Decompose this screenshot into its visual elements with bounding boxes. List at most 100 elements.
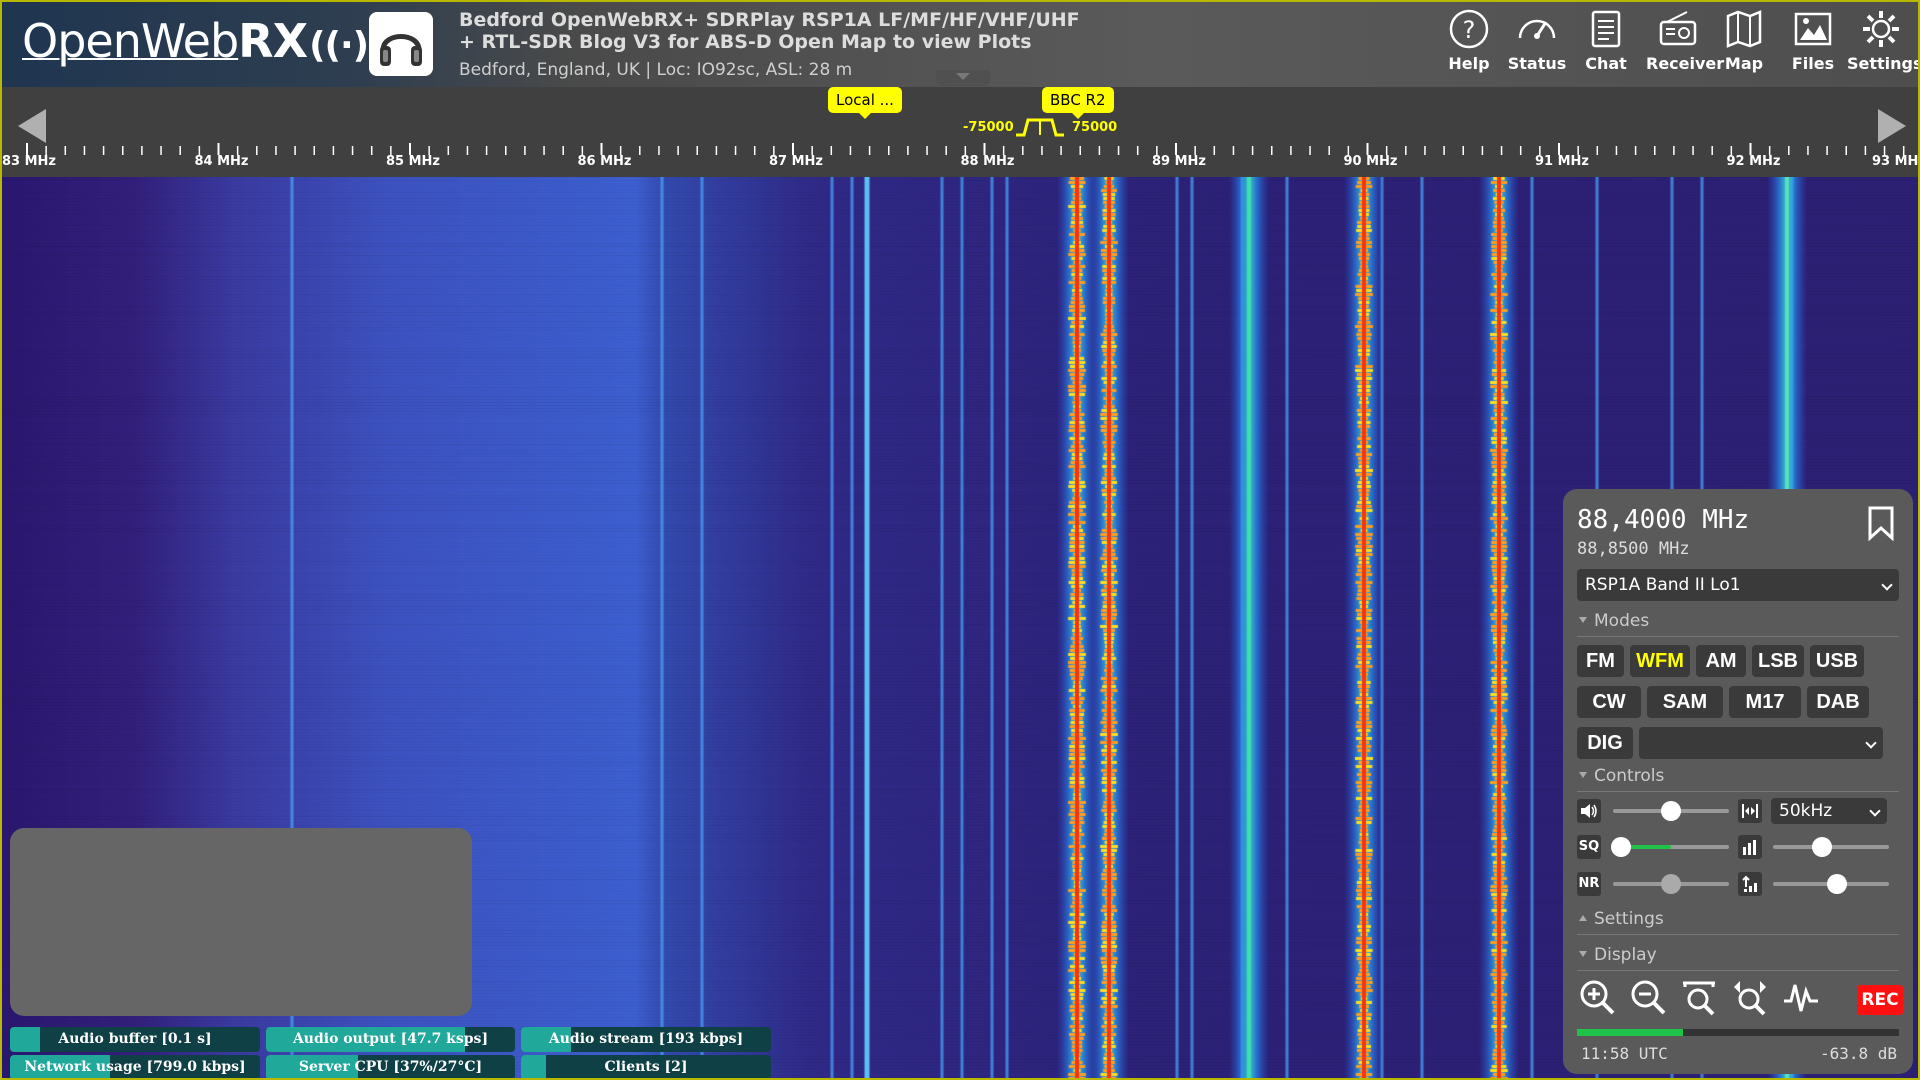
receiver-title: Bedford OpenWebRX+ SDRPlay RSP1A LF/MF/H… <box>459 9 1080 31</box>
frequency-scale[interactable]: Local ... BBC R2 -75000 75000 83 MHz 84 M… <box>2 87 1919 177</box>
zoom-reset-button[interactable] <box>1679 977 1723 1021</box>
agc-slider[interactable] <box>1773 837 1889 857</box>
gain-slider[interactable] <box>1773 874 1889 894</box>
nav-help-button[interactable]: ? Help <box>1439 8 1499 80</box>
logo-rx: RX <box>238 14 308 68</box>
add-bookmark-button[interactable] <box>1865 505 1897 545</box>
chevron-down-icon <box>956 73 970 80</box>
tuning-step-value: 50kHz <box>1779 801 1833 821</box>
mode-usb-button[interactable]: USB <box>1810 645 1864 677</box>
agc-icon <box>1743 840 1756 855</box>
status-server-cpu: Server CPU [37%/27°C] <box>266 1055 515 1078</box>
noise-reduction-slider-knob[interactable] <box>1661 874 1681 894</box>
agc-slider-knob[interactable] <box>1811 837 1832 857</box>
gain-slider-knob[interactable] <box>1826 874 1847 894</box>
nav-files-label: Files <box>1791 54 1835 73</box>
bandwidth-low-label: -75000 <box>963 120 1014 135</box>
triangle-down-icon <box>1579 772 1587 778</box>
nav-status-label: Status <box>1507 54 1567 73</box>
openwebrx-logo[interactable]: OpenWebRX((·)) <box>22 14 385 68</box>
scroll-right-arrow-icon[interactable] <box>1878 109 1906 143</box>
status-audio-buffer: Audio buffer [0.1 s] <box>10 1027 260 1052</box>
zoom-to-band-button[interactable] <box>1730 977 1774 1021</box>
receiver-avatar[interactable] <box>369 12 433 76</box>
nav-map-label: Map <box>1724 54 1764 73</box>
header-collapse-toggle[interactable] <box>936 70 990 86</box>
gear-icon <box>1863 11 1899 47</box>
status-clients: Clients [2] <box>521 1055 771 1078</box>
mode-m17-button[interactable]: M17 <box>1729 686 1801 718</box>
passband-icon[interactable] <box>1014 117 1066 137</box>
mhz-label: 93 MHz <box>1872 154 1919 169</box>
mode-sam-button[interactable]: SAM <box>1647 686 1723 718</box>
logo-web: Web <box>140 14 239 68</box>
zoom-out-button[interactable] <box>1628 977 1672 1021</box>
controls-heading: Controls <box>1594 766 1665 786</box>
nav-chat-button[interactable]: Chat <box>1576 8 1636 80</box>
chevron-down-icon <box>1881 579 1893 591</box>
nav-help-label: Help <box>1448 54 1490 73</box>
digital-mode-select[interactable] <box>1639 727 1883 759</box>
volume-slider[interactable] <box>1613 801 1729 821</box>
mode-dig-button[interactable]: DIG <box>1577 727 1633 759</box>
mute-button[interactable] <box>1577 799 1601 823</box>
modes-section-header[interactable]: Modes <box>1577 611 1899 637</box>
nav-receiver-label: Receiver <box>1646 54 1725 73</box>
top-bar: OpenWebRX((·)) Bedford OpenWebRX+ SDRPla… <box>2 2 1918 87</box>
spectrum-toggle-button[interactable] <box>1781 977 1825 1021</box>
mhz-label: 89 MHz <box>1152 154 1206 169</box>
display-section-header[interactable]: Display <box>1577 945 1899 971</box>
squelch-button[interactable]: SQ <box>1577 835 1601 859</box>
spectrum-icon <box>1784 984 1818 1012</box>
frequency-display[interactable]: 88,4000 MHz <box>1577 505 1749 535</box>
nav-settings-button[interactable]: Settings <box>1847 8 1918 80</box>
side-card <box>10 828 472 1016</box>
gain-button[interactable] <box>1738 872 1762 896</box>
squelch-slider-knob[interactable] <box>1611 837 1632 857</box>
mode-lsb-button[interactable]: LSB <box>1752 645 1804 677</box>
mode-cw-button[interactable]: CW <box>1577 686 1641 718</box>
profile-select-value: RSP1A Band II Lo1 <box>1585 575 1741 595</box>
mode-fm-button[interactable]: FM <box>1577 645 1624 677</box>
noise-reduction-button[interactable]: NR <box>1577 872 1601 896</box>
logo-open: Open <box>22 14 142 68</box>
scroll-left-arrow-icon[interactable] <box>18 109 46 143</box>
status-clients-label: Clients [2] <box>604 1059 688 1075</box>
mhz-label: 88 MHz <box>960 154 1015 169</box>
mhz-label: 84 MHz <box>194 154 249 169</box>
controls-section-header[interactable]: Controls <box>1577 766 1899 792</box>
record-button[interactable]: REC <box>1857 985 1903 1015</box>
tuning-step-select[interactable]: 50kHz <box>1771 798 1887 824</box>
mode-wfm-button[interactable]: WFM <box>1630 645 1690 677</box>
zoom-band-icon <box>1734 981 1766 1016</box>
nav-files-button[interactable]: Files <box>1783 8 1843 80</box>
status-network-usage: Network usage [799.0 kbps] <box>10 1055 260 1078</box>
headphones-icon <box>380 34 422 66</box>
zoom-in-button[interactable] <box>1577 977 1621 1021</box>
nav-receiver-button[interactable]: Receiver <box>1646 8 1725 80</box>
bandwidth-fit-button[interactable] <box>1738 799 1762 823</box>
mode-am-button[interactable]: AM <box>1696 645 1746 677</box>
settings-section-header[interactable]: Settings <box>1577 909 1899 935</box>
volume-slider-knob[interactable] <box>1661 801 1681 821</box>
nav-map-button[interactable]: Map <box>1714 8 1774 80</box>
noise-reduction-slider[interactable] <box>1613 874 1729 894</box>
bookmark-bbc-r2[interactable]: BBC R2 <box>1042 87 1114 119</box>
nav-status-button[interactable]: Status <box>1507 8 1567 80</box>
profile-select[interactable]: RSP1A Band II Lo1 <box>1577 569 1899 601</box>
status-network-usage-label: Network usage [799.0 kbps] <box>24 1059 246 1075</box>
image-icon <box>1794 12 1832 46</box>
status-server-cpu-label: Server CPU [37%/27°C] <box>298 1059 483 1075</box>
gain-icon <box>1742 875 1757 892</box>
speaker-icon <box>1581 804 1597 818</box>
agc-button[interactable] <box>1738 835 1762 859</box>
zoom-out-icon <box>1631 980 1666 1015</box>
mhz-label: 90 MHz <box>1343 154 1398 169</box>
bookmark-local[interactable]: Local ... <box>828 87 902 119</box>
receiver-description: Bedford, England, UK | Loc: IO92sc, ASL:… <box>459 60 853 80</box>
nav-chat-label: Chat <box>1585 54 1627 73</box>
mode-dab-button[interactable]: DAB <box>1807 686 1869 718</box>
status-audio-output-label: Audio output [47.7 ksps] <box>292 1031 489 1047</box>
zoom-in-icon <box>1580 980 1615 1015</box>
squelch-slider[interactable] <box>1611 837 1729 857</box>
